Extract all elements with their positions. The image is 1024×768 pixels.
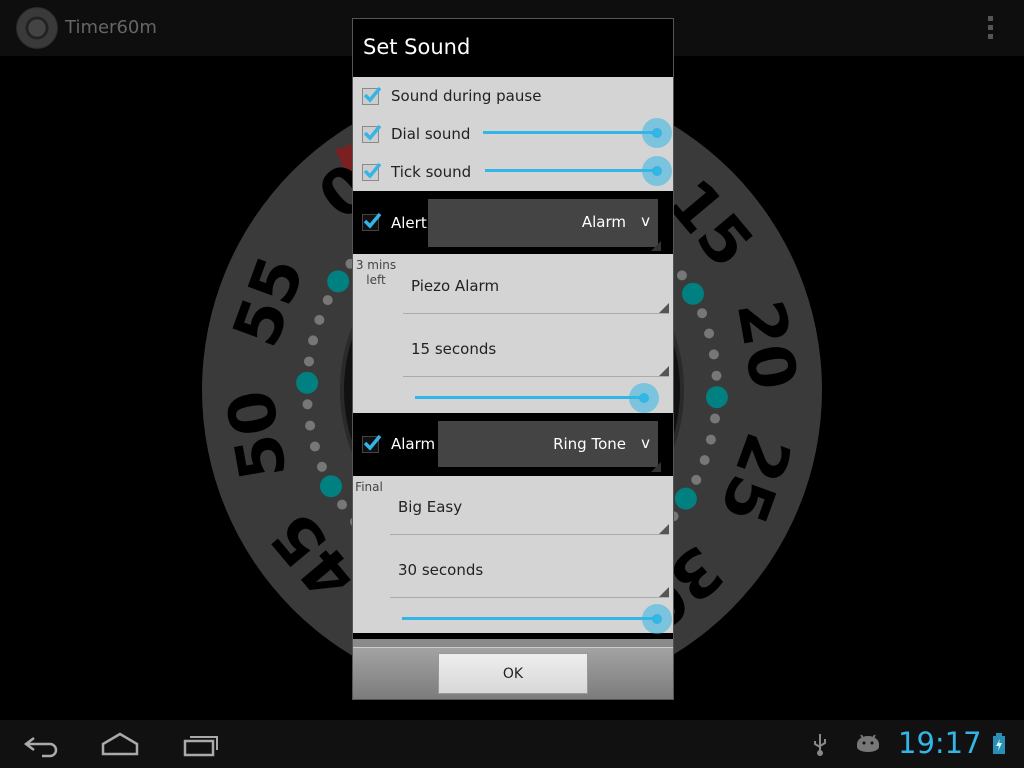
dial-tick [708, 349, 719, 360]
general-sound-section: Sound during pause Dial sound Tick sound [353, 77, 673, 191]
usb-icon [814, 734, 826, 756]
dropdown-corner-icon [659, 587, 669, 597]
alert-settings-section: 3 mins left Piezo Alarm 15 seconds [353, 254, 673, 413]
slider-thumb[interactable] [642, 118, 672, 148]
back-icon[interactable] [22, 730, 60, 758]
check-icon [363, 434, 382, 451]
alert-checkbox[interactable] [362, 212, 382, 231]
dial-tick [296, 371, 319, 394]
sound-during-pause-label: Sound during pause [391, 87, 542, 105]
dial-tick [705, 434, 716, 445]
android-debug-icon [857, 734, 879, 752]
dial-tick [682, 282, 705, 305]
dial-tick [691, 474, 702, 485]
alarm-checkbox[interactable] [362, 434, 382, 453]
dial-tick [327, 270, 350, 293]
alarm-label: Alarm [391, 435, 436, 453]
alert-caption: 3 mins left [355, 258, 397, 287]
dial-tick [319, 475, 342, 498]
set-sound-dialog: Set Sound Sound during pause Dial sound … [352, 18, 674, 700]
dial-tick [322, 295, 333, 306]
dial-number: 20 [722, 295, 810, 396]
dropdown-corner-icon [659, 303, 669, 313]
dial-tick [305, 420, 316, 431]
alert-sound-dropdown[interactable]: Piezo Alarm [411, 277, 499, 295]
dial-tick [316, 461, 327, 472]
alert-volume-slider[interactable] [415, 383, 659, 413]
dropdown-corner-icon [659, 366, 669, 376]
dial-tick [704, 328, 715, 339]
check-icon [363, 86, 382, 103]
chevron-down-icon: v [641, 212, 650, 230]
dial-tick [705, 386, 728, 409]
dial-tick [303, 356, 314, 367]
alert-duration-dropdown[interactable]: 15 seconds [411, 340, 496, 358]
dropdown-corner-icon [651, 462, 661, 472]
alert-label: Alert [391, 214, 427, 232]
alarm-row: Alarm Ring Tone v [353, 413, 673, 476]
check-icon [363, 124, 382, 141]
tick-sound-slider[interactable] [485, 156, 672, 186]
dial-number: 50 [214, 385, 302, 486]
recent-apps-icon[interactable] [182, 730, 220, 758]
system-nav-bar [0, 720, 1024, 768]
alert-type-value: Alarm [581, 213, 626, 231]
divider [353, 639, 673, 647]
divider [390, 597, 669, 598]
dial-tick [676, 270, 687, 281]
alarm-settings-section: Final Big Easy 30 seconds [353, 476, 673, 634]
dial-sound-checkbox[interactable] [362, 124, 382, 143]
dial-tick [699, 455, 710, 466]
alarm-volume-slider[interactable] [402, 604, 672, 634]
alarm-type-value: Ring Tone [553, 435, 626, 453]
chevron-down-icon: v [641, 434, 650, 452]
slider-thumb[interactable] [642, 604, 672, 634]
dial-tick [710, 413, 721, 424]
dial-tick [314, 314, 325, 325]
dial-tick [302, 399, 313, 410]
overflow-menu-icon[interactable] [988, 16, 994, 40]
dialog-title: Set Sound [363, 35, 471, 59]
check-icon [363, 212, 382, 229]
dialog-footer: OK [353, 647, 673, 699]
dial-tick [711, 370, 722, 381]
slider-thumb[interactable] [642, 156, 672, 186]
dropdown-corner-icon [651, 241, 661, 251]
divider [403, 376, 669, 377]
slider-thumb[interactable] [629, 383, 659, 413]
dial-tick [309, 441, 320, 452]
battery-charging-icon [993, 733, 1005, 754]
dial-sound-label: Dial sound [391, 125, 471, 143]
ok-button[interactable]: OK [438, 653, 588, 694]
divider [403, 313, 669, 314]
alarm-sound-dropdown[interactable]: Big Easy [398, 498, 462, 516]
dial-tick [308, 335, 319, 346]
app-title: Timer60m [65, 17, 157, 38]
dial-tick [697, 308, 708, 319]
alarm-type-dropdown[interactable]: Ring Tone v [438, 421, 658, 467]
dial-sound-slider[interactable] [483, 118, 672, 148]
sound-during-pause-checkbox[interactable] [362, 86, 382, 105]
tick-sound-checkbox[interactable] [362, 162, 382, 181]
dropdown-corner-icon [659, 524, 669, 534]
alert-type-dropdown[interactable]: Alarm v [428, 199, 658, 247]
dial-tick [674, 487, 697, 510]
home-icon[interactable] [100, 730, 140, 758]
dial-tick [337, 499, 348, 510]
tick-sound-label: Tick sound [391, 163, 472, 181]
divider [390, 534, 669, 535]
alarm-duration-dropdown[interactable]: 30 seconds [398, 561, 483, 579]
check-icon [363, 162, 382, 179]
timer-dial-icon [16, 7, 58, 49]
alarm-caption: Final [355, 480, 383, 494]
status-clock: 19:17 [898, 726, 982, 760]
alert-row: Alert Alarm v [353, 191, 673, 254]
